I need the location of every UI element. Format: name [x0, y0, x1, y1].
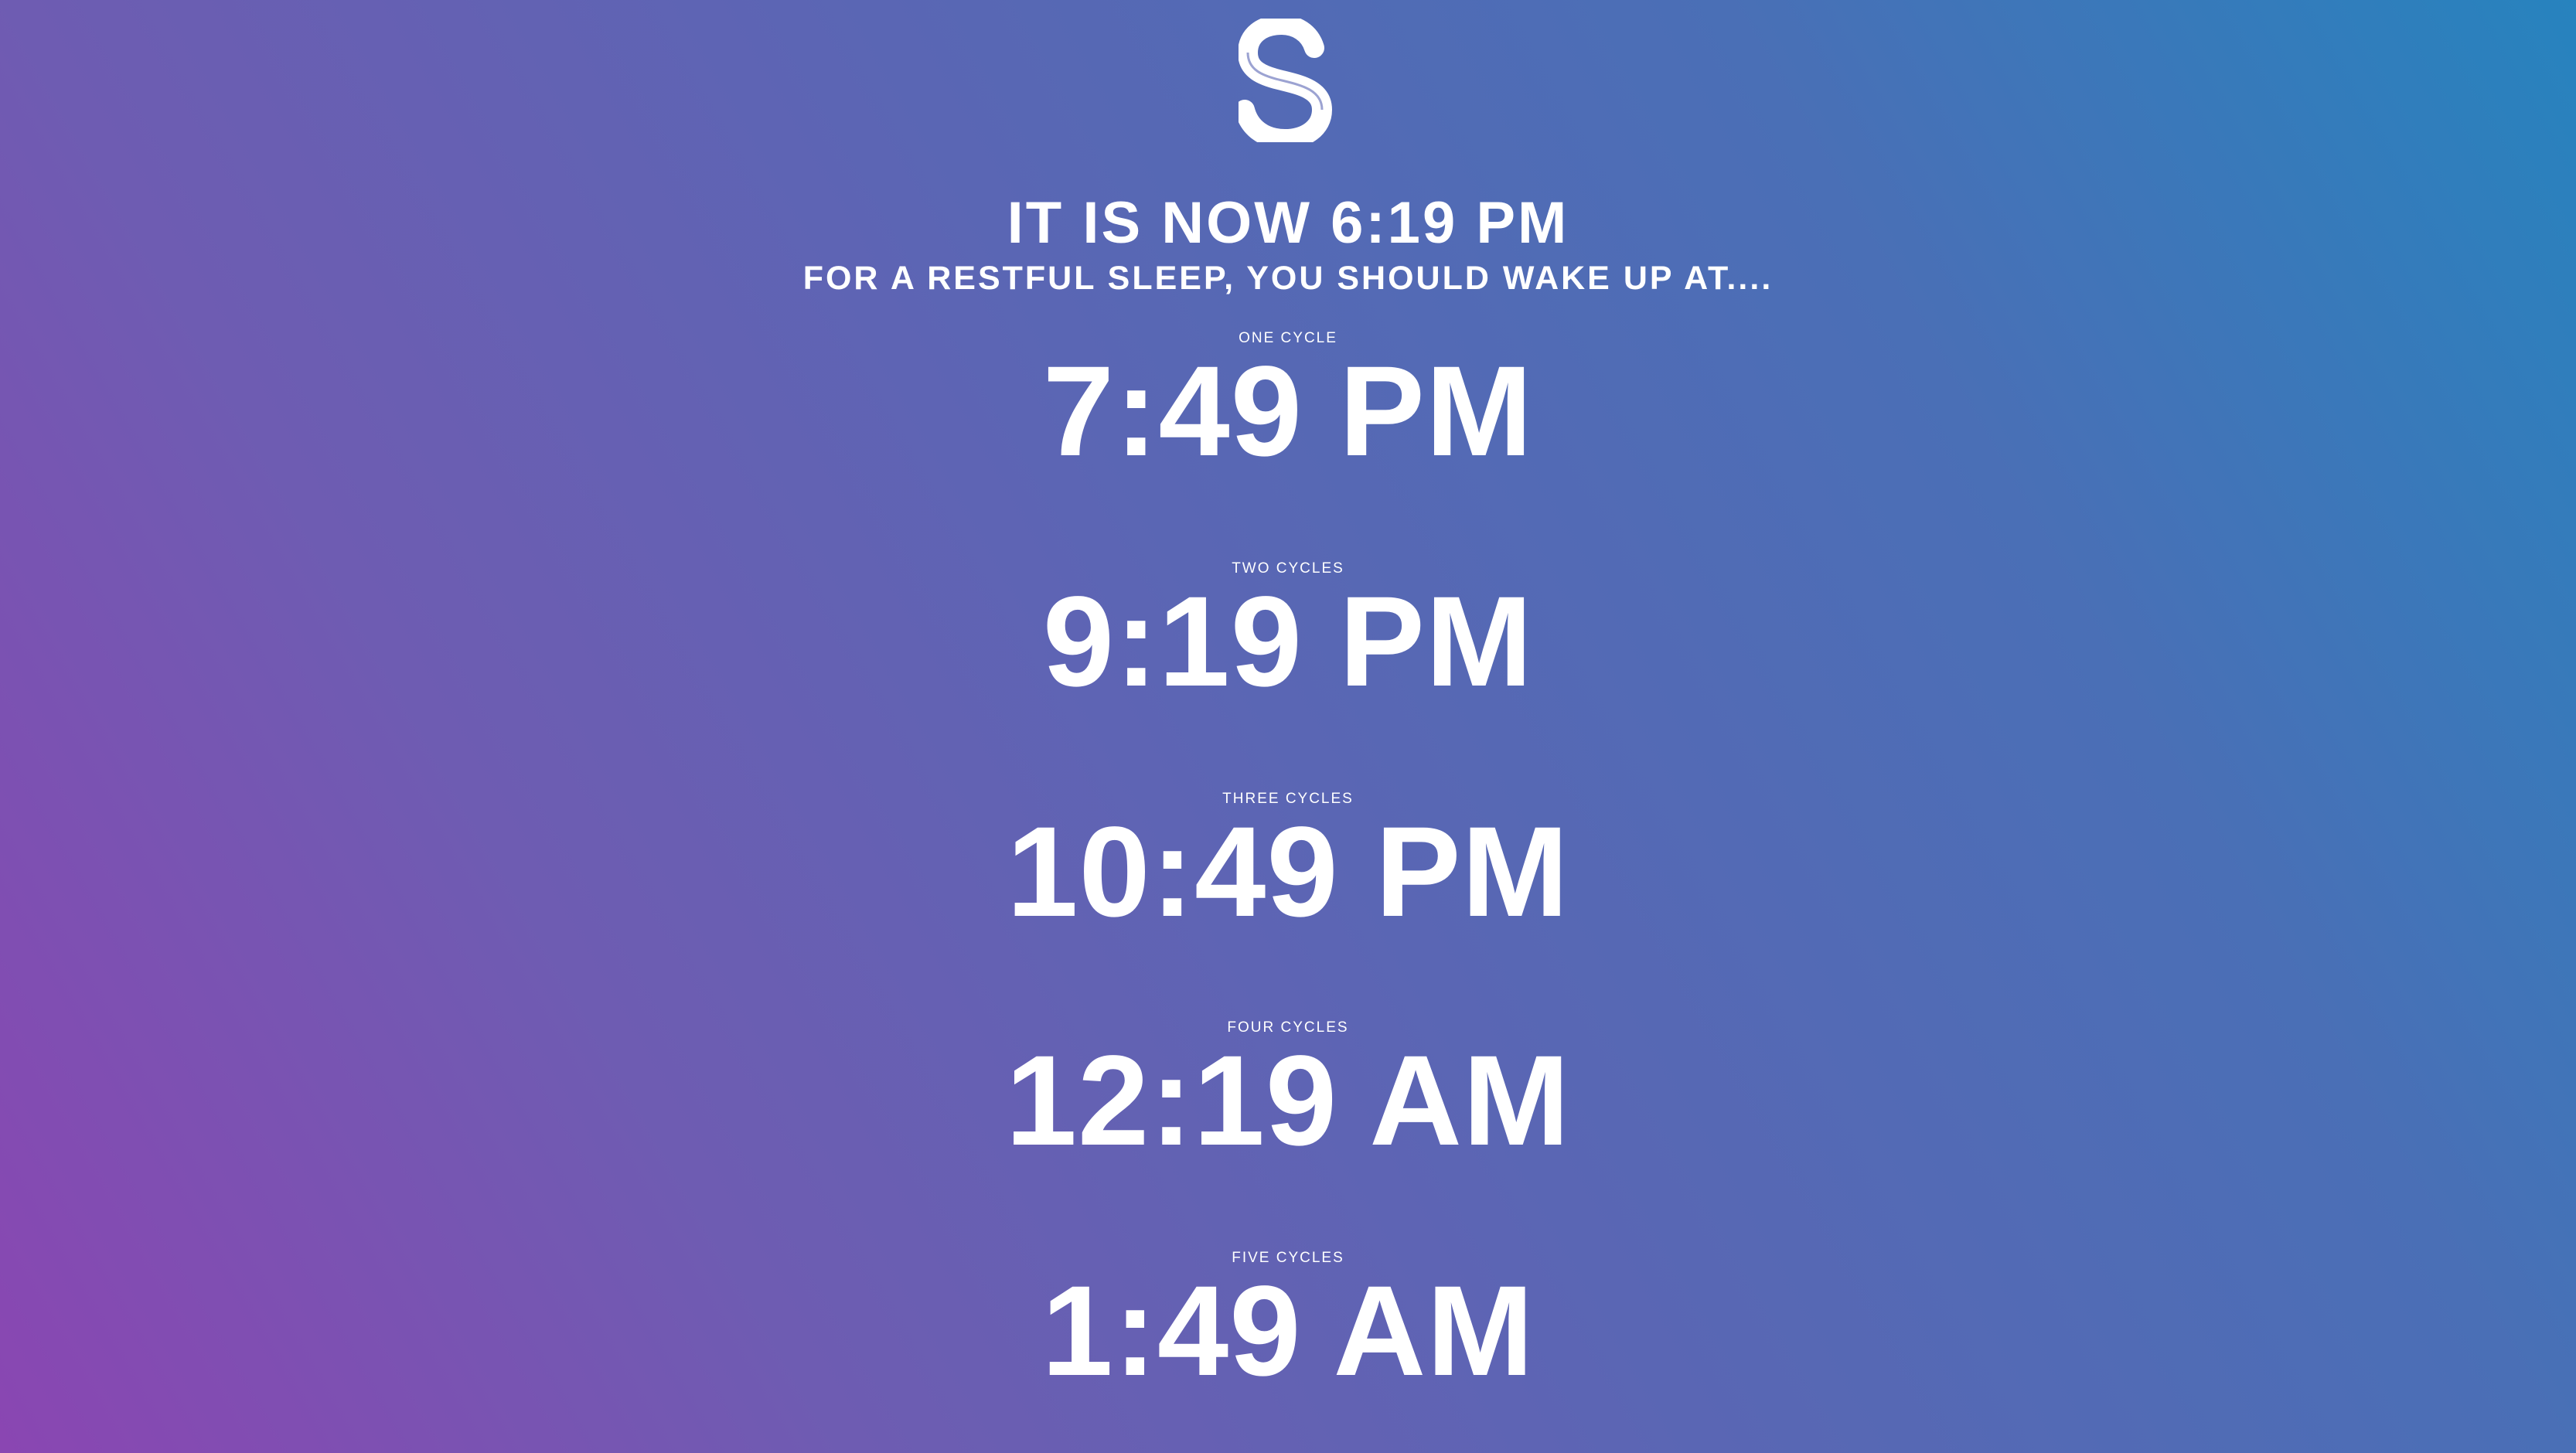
wake-time: 9:19 PM [1042, 570, 1534, 713]
wake-up-subtitle: FOR A RESTFUL SLEEP, YOU SHOULD WAKE UP … [802, 260, 1774, 297]
cycle-five: FIVE CYCLES 1:49 AM [0, 1249, 2576, 1397]
cycle-four: FOUR CYCLES 12:19 AM [0, 1019, 2576, 1167]
cycle-one: ONE CYCLE 7:49 PM [0, 329, 2576, 478]
s-logo-icon [1239, 19, 1334, 142]
wake-time: 1:49 AM [1041, 1260, 1535, 1403]
cycle-two: TWO CYCLES 9:19 PM [0, 560, 2576, 708]
wake-time: 10:49 PM [1007, 801, 1569, 944]
cycle-three: THREE CYCLES 10:49 PM [0, 790, 2576, 938]
wake-time: 12:19 AM [1005, 1029, 1571, 1172]
wake-time: 7:49 PM [1042, 340, 1534, 483]
current-time-heading: IT IS NOW 6:19 PM [1007, 190, 1569, 256]
